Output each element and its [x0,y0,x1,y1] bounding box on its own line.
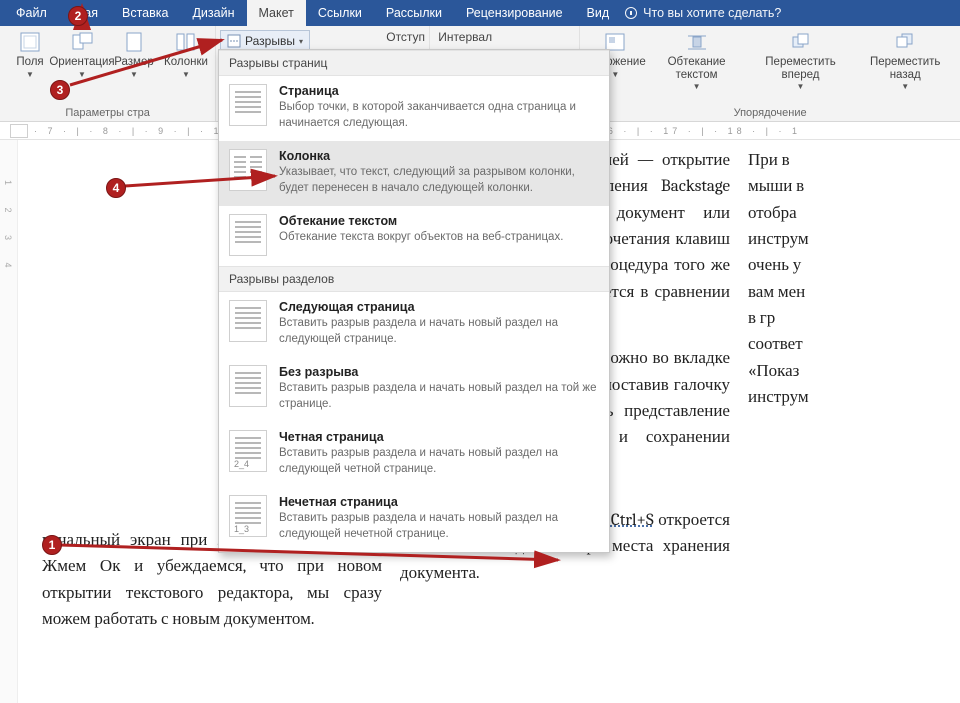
continuous-icon [229,365,267,407]
breaks-icon [227,34,241,48]
tab-file[interactable]: Файл [4,0,59,26]
columns-button[interactable]: Колонки ▼ [164,30,208,79]
ruler-corner [10,124,28,138]
chevron-down-icon: ▼ [797,83,805,91]
chevron-down-icon: ▼ [78,71,86,79]
wrap-icon [683,30,711,54]
size-button[interactable]: Размер ▼ [112,30,156,79]
menu-item-page[interactable]: СтраницаВыбор точки, в которой заканчива… [219,76,609,141]
annotation-badge-2: 2 [68,6,88,26]
orientation-icon [68,30,96,54]
textwrap-break-icon [229,214,267,256]
chevron-down-icon: ▼ [611,71,619,79]
send-backward-button[interactable]: Переместить назад ▼ [858,30,952,91]
tell-me-label: Что вы хотите сделать? [643,6,781,20]
even-page-icon: 2_4 [229,430,267,472]
group-label-arrange: Упорядочение [588,105,952,119]
menu-item-next-page[interactable]: Следующая страницаВставить разрыв раздел… [219,292,609,357]
next-page-icon [229,300,267,342]
menu-section-section-breaks: Разрывы разделов [219,266,609,292]
vertical-ruler[interactable]: 1 2 3 4 [0,140,18,703]
orientation-button[interactable]: Ориентация ▼ [60,30,104,79]
menu-item-column[interactable]: КолонкаУказывает, что текст, следующий з… [219,141,609,206]
bulb-icon [625,7,637,19]
tell-me[interactable]: Что вы хотите сделать? [625,6,781,20]
menu-section-page-breaks: Разрывы страниц [219,50,609,76]
menubar: Файл вная Вставка Дизайн Макет Ссылки Ра… [0,0,960,26]
tab-view[interactable]: Вид [575,0,622,26]
menu-item-text-wrapping[interactable]: Обтекание текстомОбтекание текста вокруг… [219,206,609,266]
bring-forward-button[interactable]: Переместить вперед ▼ [751,30,851,91]
tab-references[interactable]: Ссылки [306,0,374,26]
columns-icon [172,30,200,54]
annotation-badge-4: 4 [106,178,126,198]
page-break-icon [229,84,267,126]
column-break-icon [229,149,267,191]
menu-item-odd-page[interactable]: 1_3 Нечетная страницаВставить разрыв раз… [219,487,609,552]
indent-header: Отступ [386,30,425,44]
chevron-down-icon: ▼ [901,83,909,91]
menu-item-even-page[interactable]: 2_4 Четная страницаВставить разрыв разде… [219,422,609,487]
margins-button[interactable]: Поля ▼ [8,30,52,79]
tab-design[interactable]: Дизайн [180,0,246,26]
annotation-badge-1: 1 [42,535,62,555]
group-label-page-setup: Параметры стра [8,105,207,119]
chevron-down-icon: ▾ [299,37,303,46]
backward-icon [891,30,919,54]
tab-insert[interactable]: Вставка [110,0,180,26]
doc-column-cut: При вмыши вотобраинструмочень увам менв … [748,148,830,633]
margins-icon [16,30,44,54]
chevron-down-icon: ▼ [182,71,190,79]
tab-review[interactable]: Рецензирование [454,0,575,26]
forward-icon [787,30,815,54]
chevron-down-icon: ▼ [130,71,138,79]
wrap-button[interactable]: Обтекание текстом ▼ [651,30,743,91]
size-icon [120,30,148,54]
annotation-badge-3: 3 [50,80,70,100]
odd-page-icon: 1_3 [229,495,267,537]
interval-header: Интервал [438,30,492,44]
chevron-down-icon: ▼ [26,71,34,79]
tab-mailings[interactable]: Рассылки [374,0,454,26]
menu-item-continuous[interactable]: Без разрываВставить разрыв раздела и нач… [219,357,609,422]
breaks-menu: Разрывы страниц СтраницаВыбор точки, в к… [218,49,610,553]
tab-layout[interactable]: Макет [247,0,306,26]
chevron-down-icon: ▼ [693,83,701,91]
